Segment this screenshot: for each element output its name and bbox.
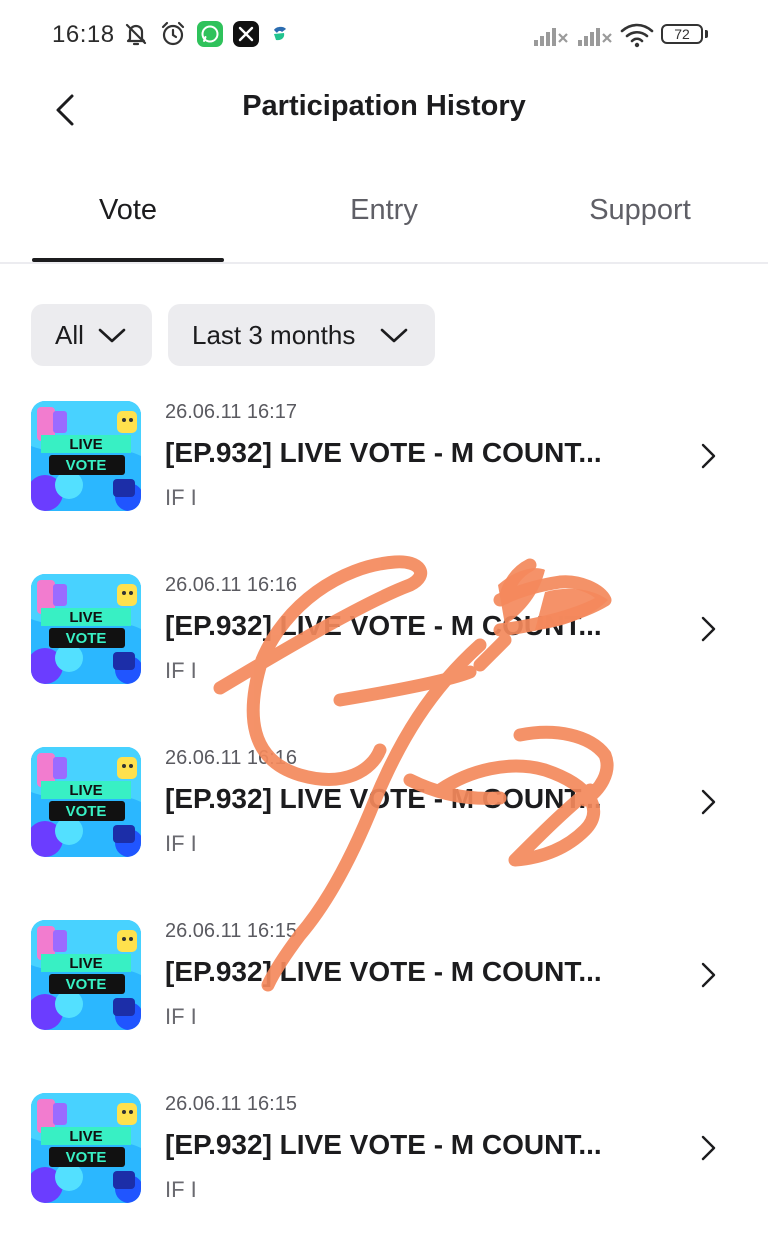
chevron-down-icon: [98, 328, 126, 343]
live-vote-thumbnail: LIVE VOTE: [31, 1093, 141, 1203]
thumb-text-line2: VOTE: [66, 803, 107, 820]
list-item[interactable]: LIVE VOTE 26.06.11 16:15 [EP.932] LIVE V…: [0, 1093, 768, 1243]
tab-entry[interactable]: Entry: [256, 194, 512, 227]
battery-level: 72: [674, 26, 690, 42]
type-filter-label: All: [55, 320, 84, 350]
period-filter-dropdown[interactable]: Last 3 months: [168, 304, 435, 366]
item-date: 26.06.11 16:16: [165, 574, 297, 596]
thumb-text-line1: LIVE: [69, 955, 102, 972]
chevron-right-icon: [701, 616, 716, 642]
list-item[interactable]: LIVE VOTE 26.06.11 16:16 [EP.932] LIVE V…: [0, 574, 768, 724]
list-item[interactable]: LIVE VOTE 26.06.11 16:16 [EP.932] LIVE V…: [0, 747, 768, 897]
app-icon: [274, 26, 286, 41]
live-vote-thumbnail: LIVE VOTE: [31, 747, 141, 857]
live-vote-thumbnail: LIVE VOTE: [31, 574, 141, 684]
item-date: 26.06.11 16:17: [165, 401, 297, 423]
live-vote-thumbnail: LIVE VOTE: [31, 920, 141, 1030]
thumb-text-line2: VOTE: [66, 976, 107, 993]
x-icon: [233, 21, 259, 47]
tab-support[interactable]: Support: [512, 194, 768, 227]
item-date: 26.06.11 16:15: [165, 920, 297, 942]
battery-tip: [705, 30, 708, 38]
thumb-text-line2: VOTE: [66, 630, 107, 647]
wifi-icon: [620, 23, 654, 48]
thumb-text-line1: LIVE: [69, 1128, 102, 1145]
thumb-text-line2: VOTE: [66, 457, 107, 474]
status-time: 16:18: [52, 21, 115, 48]
item-title: [EP.932] LIVE VOTE - M COUNT...: [165, 610, 602, 641]
item-artist: IF I: [165, 658, 197, 683]
item-artist: IF I: [165, 1004, 197, 1029]
thumb-text-line1: LIVE: [69, 609, 102, 626]
item-artist: IF I: [165, 831, 197, 856]
thumb-text-line1: LIVE: [69, 782, 102, 799]
tab-bar: Vote Entry Support: [0, 180, 768, 264]
chevron-right-icon: [701, 1135, 716, 1161]
signal-icon: [578, 28, 612, 46]
item-title: [EP.932] LIVE VOTE - M COUNT...: [165, 956, 602, 987]
chevron-right-icon: [701, 443, 716, 469]
period-filter-label: Last 3 months: [192, 320, 356, 350]
type-filter-dropdown[interactable]: All: [31, 304, 152, 366]
chevron-down-icon: [380, 328, 408, 343]
alarm-icon: [161, 21, 185, 46]
item-date: 26.06.11 16:15: [165, 1093, 297, 1115]
item-date: 26.06.11 16:16: [165, 747, 297, 769]
item-title: [EP.932] LIVE VOTE - M COUNT...: [165, 1129, 602, 1160]
whatsapp-icon: [197, 21, 223, 47]
list-item[interactable]: LIVE VOTE 26.06.11 16:17 [EP.932] LIVE V…: [0, 401, 768, 551]
thumb-text-line2: VOTE: [66, 1149, 107, 1166]
item-title: [EP.932] LIVE VOTE - M COUNT...: [165, 783, 602, 814]
chevron-right-icon: [701, 789, 716, 815]
item-artist: IF I: [165, 1177, 197, 1202]
chevron-right-icon: [701, 962, 716, 988]
item-artist: IF I: [165, 485, 197, 510]
battery-icon: 72: [661, 24, 703, 44]
list-item[interactable]: LIVE VOTE 26.06.11 16:15 [EP.932] LIVE V…: [0, 920, 768, 1070]
active-tab-indicator: [32, 258, 224, 262]
tab-vote[interactable]: Vote: [0, 194, 256, 227]
live-vote-thumbnail: LIVE VOTE: [31, 401, 141, 511]
signal-icon: [534, 28, 568, 46]
status-bar: 16:18 72: [0, 0, 768, 70]
page-title: Participation History: [242, 90, 526, 122]
thumb-text-line1: LIVE: [69, 436, 102, 453]
item-title: [EP.932] LIVE VOTE - M COUNT...: [165, 437, 602, 468]
mute-bell-icon: [125, 23, 147, 46]
